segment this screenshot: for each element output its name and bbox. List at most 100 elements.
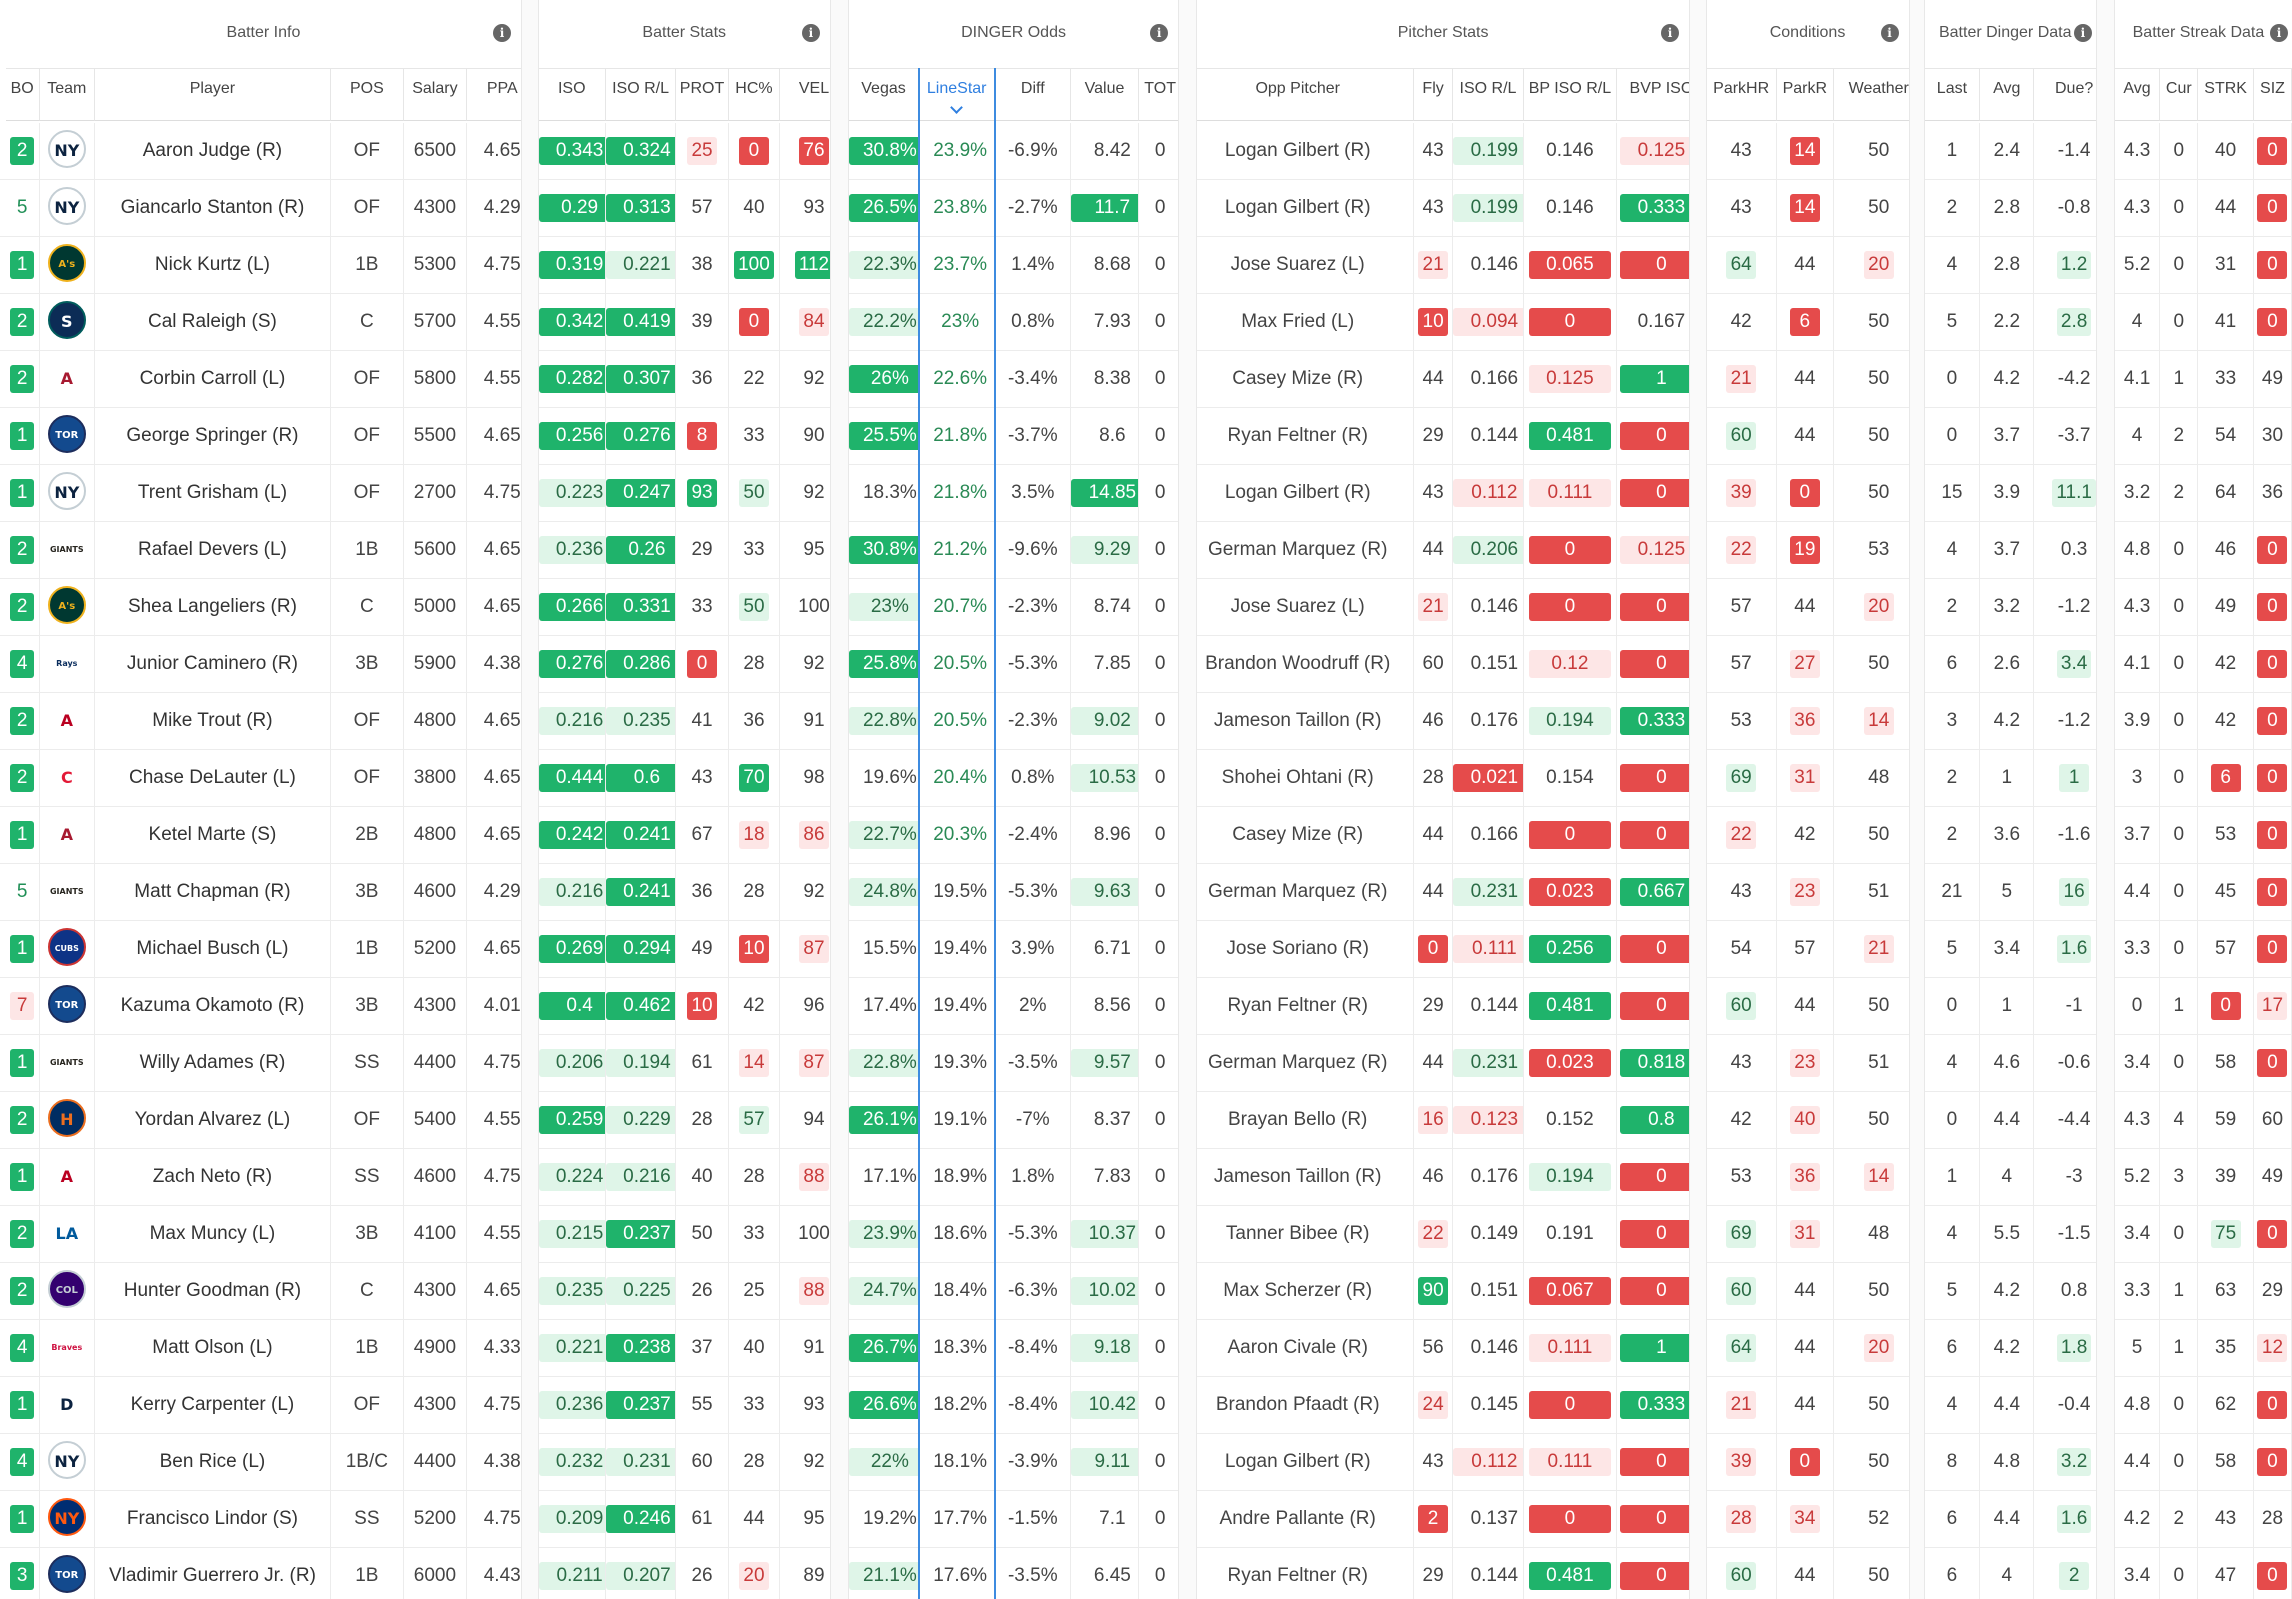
column-header-hc-pct[interactable]: HC% bbox=[728, 68, 781, 121]
player-name[interactable]: Cal Raleigh (S) bbox=[148, 311, 277, 332]
player-name[interactable]: Shea Langeliers (R) bbox=[128, 596, 297, 617]
column-header-salary[interactable]: Salary bbox=[403, 68, 467, 121]
table-row[interactable]: 1 NY Trent Grisham (L) OF 2700 4.75 0.223 0.247… bbox=[0, 465, 2292, 522]
player-name[interactable]: Junior Caminero (R) bbox=[127, 653, 298, 674]
cell-opp-pitcher[interactable]: Brandon Pfaadt (R) bbox=[1183, 1377, 1414, 1433]
player-name[interactable]: Max Muncy (L) bbox=[150, 1223, 276, 1244]
cell-player[interactable]: Matt Olson (L) bbox=[95, 1320, 331, 1376]
cell-opp-pitcher[interactable]: German Marquez (R) bbox=[1183, 864, 1414, 920]
opp-pitcher-name[interactable]: Brandon Pfaadt (R) bbox=[1216, 1394, 1380, 1415]
table-row[interactable]: 1 GIANTS Willy Adames (R) SS 4400 4.75 0.206 0.… bbox=[0, 1035, 2292, 1092]
cell-opp-pitcher[interactable]: Aaron Civale (R) bbox=[1183, 1320, 1414, 1376]
table-row[interactable]: 2 S Cal Raleigh (S) C 5700 4.55 0.342 0.419 39 0 8… bbox=[0, 294, 2292, 351]
cell-opp-pitcher[interactable]: Casey Mize (R) bbox=[1183, 807, 1414, 863]
cell-player[interactable]: Michael Busch (L) bbox=[95, 921, 331, 977]
cell-player[interactable]: Nick Kurtz (L) bbox=[95, 237, 331, 293]
cell-player[interactable]: Zach Neto (R) bbox=[95, 1149, 331, 1205]
cell-opp-pitcher[interactable]: Ryan Feltner (R) bbox=[1183, 978, 1414, 1034]
player-name[interactable]: Francisco Lindor (S) bbox=[127, 1508, 298, 1529]
player-name[interactable]: Ketel Marte (S) bbox=[149, 824, 277, 845]
opp-pitcher-name[interactable]: Logan Gilbert (R) bbox=[1225, 1451, 1371, 1472]
table-row[interactable]: 4 Rays Junior Caminero (R) 3B 5900 4.38 0.276 0… bbox=[0, 636, 2292, 693]
cell-player[interactable]: Shea Langeliers (R) bbox=[95, 579, 331, 635]
cell-opp-pitcher[interactable]: Max Scherzer (R) bbox=[1183, 1263, 1414, 1319]
column-header-streak-avg[interactable]: Avg bbox=[2114, 68, 2161, 121]
table-row[interactable]: 5 GIANTS Matt Chapman (R) 3B 4600 4.29 0.216 0.… bbox=[0, 864, 2292, 921]
player-name[interactable]: Rafael Devers (L) bbox=[138, 539, 287, 560]
player-name[interactable]: Kazuma Okamoto (R) bbox=[121, 995, 305, 1016]
cell-player[interactable]: Francisco Lindor (S) bbox=[95, 1491, 331, 1547]
opp-pitcher-name[interactable]: German Marquez (R) bbox=[1208, 539, 1388, 560]
opp-pitcher-name[interactable]: Tanner Bibee (R) bbox=[1226, 1223, 1370, 1244]
table-row[interactable]: 7 TOR Kazuma Okamoto (R) 3B 4300 4.01 0.4 0.462… bbox=[0, 978, 2292, 1035]
cell-opp-pitcher[interactable]: Max Fried (L) bbox=[1183, 294, 1414, 350]
column-header-pitcher-iso-rl[interactable]: ISO R/L bbox=[1453, 68, 1524, 121]
opp-pitcher-name[interactable]: Jose Soriano (R) bbox=[1226, 938, 1369, 959]
cell-player[interactable]: Mike Trout (R) bbox=[95, 693, 331, 749]
opp-pitcher-name[interactable]: German Marquez (R) bbox=[1208, 881, 1388, 902]
info-icon[interactable]: i bbox=[1880, 24, 1899, 42]
cell-player[interactable]: Ben Rice (L) bbox=[95, 1434, 331, 1490]
cell-player[interactable]: Cal Raleigh (S) bbox=[95, 294, 331, 350]
player-name[interactable]: George Springer (R) bbox=[126, 425, 298, 446]
table-row[interactable]: 2 LA Max Muncy (L) 3B 4100 4.55 0.215 0.237 50 33… bbox=[0, 1206, 2292, 1263]
opp-pitcher-name[interactable]: Logan Gilbert (R) bbox=[1225, 140, 1371, 161]
opp-pitcher-name[interactable]: Andre Pallante (R) bbox=[1220, 1508, 1376, 1529]
cell-player[interactable]: Hunter Goodman (R) bbox=[95, 1263, 331, 1319]
opp-pitcher-name[interactable]: Ryan Feltner (R) bbox=[1227, 425, 1367, 446]
opp-pitcher-name[interactable]: Ryan Feltner (R) bbox=[1227, 1565, 1367, 1586]
cell-player[interactable]: Trent Grisham (L) bbox=[95, 465, 331, 521]
column-header-diff[interactable]: Diff bbox=[995, 68, 1072, 121]
column-header-value[interactable]: Value bbox=[1071, 68, 1139, 121]
cell-opp-pitcher[interactable]: Ryan Feltner (R) bbox=[1183, 1548, 1414, 1599]
player-name[interactable]: Matt Chapman (R) bbox=[134, 881, 290, 902]
info-icon[interactable]: i bbox=[801, 24, 820, 42]
opp-pitcher-name[interactable]: Jameson Taillon (R) bbox=[1214, 710, 1382, 731]
column-header-iso[interactable]: ISO bbox=[538, 68, 606, 121]
cell-player[interactable]: Kerry Carpenter (L) bbox=[95, 1377, 331, 1433]
cell-opp-pitcher[interactable]: Ryan Feltner (R) bbox=[1183, 408, 1414, 464]
player-name[interactable]: Giancarlo Stanton (R) bbox=[121, 197, 305, 218]
info-icon[interactable]: i bbox=[2073, 24, 2092, 42]
opp-pitcher-name[interactable]: Jose Suarez (L) bbox=[1231, 596, 1365, 617]
cell-opp-pitcher[interactable]: Jose Suarez (L) bbox=[1183, 237, 1414, 293]
table-row[interactable]: 4 NY Ben Rice (L) 1B/C 4400 4.38 0.232 0.231 60 2… bbox=[0, 1434, 2292, 1491]
column-header-siz[interactable]: SIZ bbox=[2253, 68, 2292, 121]
player-name[interactable]: Michael Busch (L) bbox=[136, 938, 288, 959]
column-header-team[interactable]: Team bbox=[39, 68, 96, 121]
cell-player[interactable]: Matt Chapman (R) bbox=[95, 864, 331, 920]
cell-player[interactable]: George Springer (R) bbox=[95, 408, 331, 464]
table-row[interactable]: 1 CUBS Michael Busch (L) 1B 5200 4.65 0.269 0.2… bbox=[0, 921, 2292, 978]
player-name[interactable]: Matt Olson (L) bbox=[152, 1337, 272, 1358]
cell-opp-pitcher[interactable]: Brayan Bello (R) bbox=[1183, 1092, 1414, 1148]
column-header-bo[interactable]: BO bbox=[5, 68, 40, 121]
cell-player[interactable]: Rafael Devers (L) bbox=[95, 522, 331, 578]
player-name[interactable]: Zach Neto (R) bbox=[153, 1166, 272, 1187]
column-header-pos[interactable]: POS bbox=[330, 68, 404, 121]
player-name[interactable]: Aaron Judge (R) bbox=[143, 140, 282, 161]
cell-opp-pitcher[interactable]: Shohei Ohtani (R) bbox=[1183, 750, 1414, 806]
player-name[interactable]: Mike Trout (R) bbox=[152, 710, 272, 731]
cell-opp-pitcher[interactable]: Jose Suarez (L) bbox=[1183, 579, 1414, 635]
cell-player[interactable]: Yordan Alvarez (L) bbox=[95, 1092, 331, 1148]
cell-opp-pitcher[interactable]: Logan Gilbert (R) bbox=[1183, 1434, 1414, 1490]
table-row[interactable]: 1 A Ketel Marte (S) 2B 4800 4.65 0.242 0.241 67 1… bbox=[0, 807, 2292, 864]
cell-opp-pitcher[interactable]: Jose Soriano (R) bbox=[1183, 921, 1414, 977]
opp-pitcher-name[interactable]: Casey Mize (R) bbox=[1232, 368, 1363, 389]
info-icon[interactable]: i bbox=[493, 24, 512, 42]
player-name[interactable]: Yordan Alvarez (L) bbox=[135, 1109, 291, 1130]
cell-player[interactable]: Giancarlo Stanton (R) bbox=[95, 180, 331, 236]
column-header-fly[interactable]: Fly bbox=[1413, 68, 1454, 121]
opp-pitcher-name[interactable]: Jameson Taillon (R) bbox=[1214, 1166, 1382, 1187]
column-header-tot[interactable]: TOT bbox=[1138, 68, 1183, 121]
cell-opp-pitcher[interactable]: Casey Mize (R) bbox=[1183, 351, 1414, 407]
table-row[interactable]: 2 A's Shea Langeliers (R) C 5000 4.65 0.266 0.3… bbox=[0, 579, 2292, 636]
table-row[interactable]: 2 A Mike Trout (R) OF 4800 4.65 0.216 0.235 41 36… bbox=[0, 693, 2292, 750]
table-row[interactable]: 2 C Chase DeLauter (L) OF 3800 4.65 0.444 0.6 43… bbox=[0, 750, 2292, 807]
cell-player[interactable]: Kazuma Okamoto (R) bbox=[95, 978, 331, 1034]
column-header-opp-pitcher[interactable]: Opp Pitcher bbox=[1182, 68, 1414, 121]
table-row[interactable]: 1 D Kerry Carpenter (L) OF 4300 4.75 0.236 0.23… bbox=[0, 1377, 2292, 1434]
info-icon[interactable]: i bbox=[1660, 24, 1679, 42]
info-icon[interactable]: i bbox=[2269, 24, 2288, 42]
opp-pitcher-name[interactable]: Jose Suarez (L) bbox=[1231, 254, 1365, 275]
